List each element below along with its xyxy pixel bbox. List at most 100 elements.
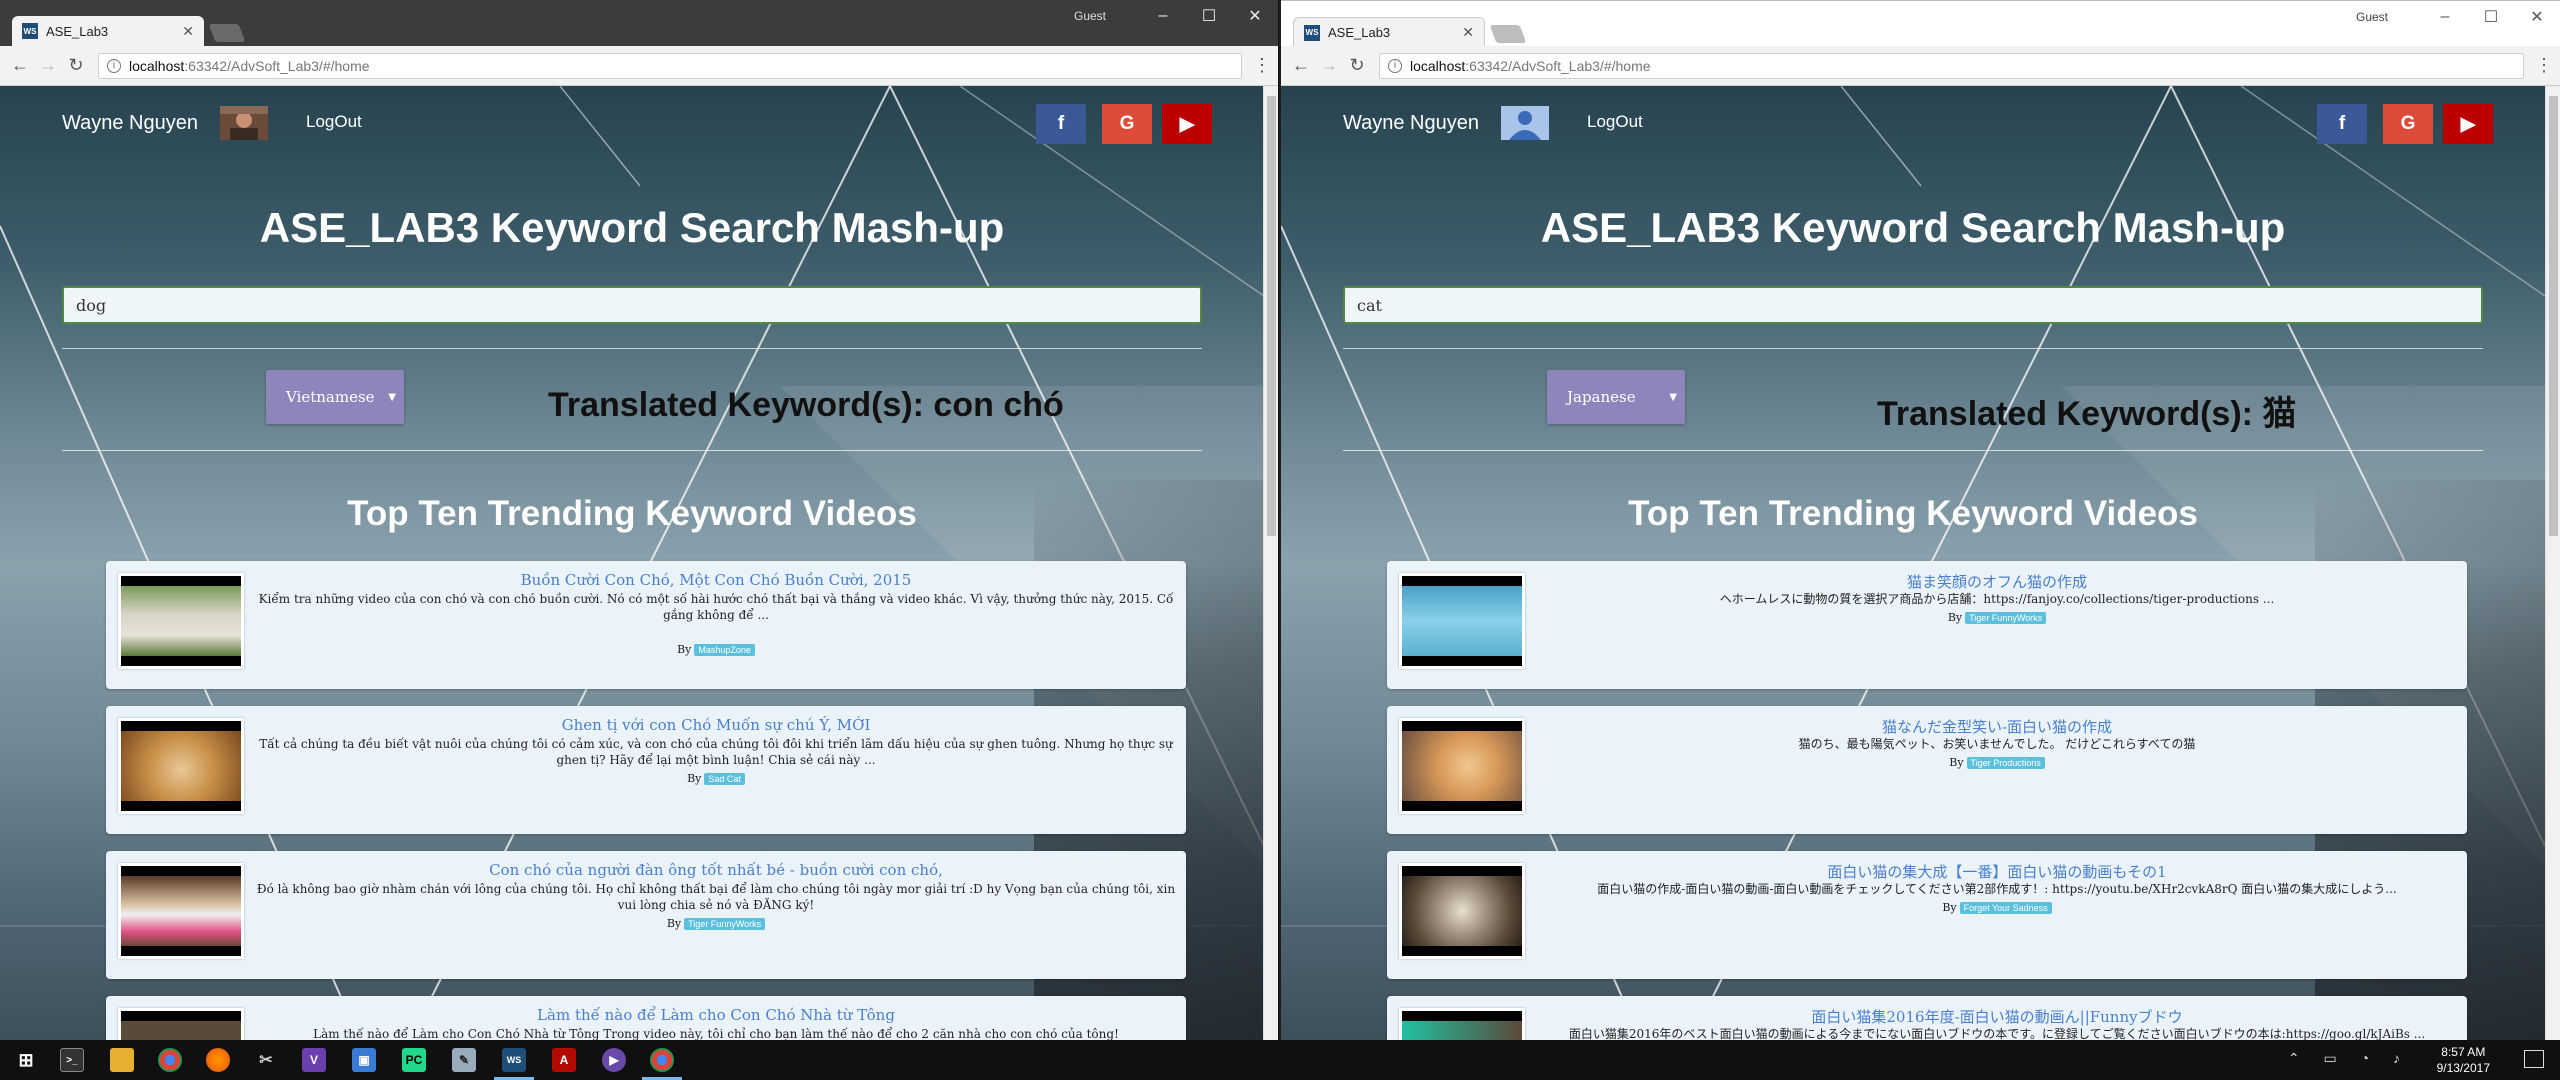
youtube-icon[interactable]: ▶: [2443, 104, 2493, 144]
keyword-search-input[interactable]: [1343, 286, 2483, 324]
webstorm-icon[interactable]: WS: [502, 1048, 526, 1072]
reload-icon[interactable]: ↻: [1343, 55, 1371, 76]
forward-arrow-icon[interactable]: →: [34, 55, 62, 76]
by-label: By: [677, 643, 692, 656]
facebook-icon[interactable]: f: [1036, 104, 1086, 144]
by-label: By: [1947, 611, 1963, 624]
user-name: Wayne Nguyen: [1343, 112, 1479, 134]
browser-tab[interactable]: WS ASE_Lab3 ✕: [12, 16, 204, 46]
video-card[interactable]: 面白い猫の集大成【一番】面白い猫の動画もその1 面白い猫の作成-面白い猫の動画-…: [1387, 851, 2467, 979]
video-title[interactable]: 猫なんだ金型笑い-面白い猫の作成: [1537, 716, 2457, 737]
title-bar: WS ASE_Lab3 ✕ Guest – ☐ ✕: [1281, 0, 2560, 47]
control-panel-icon[interactable]: ▣: [352, 1048, 376, 1072]
logout-link[interactable]: LogOut: [1587, 112, 1643, 132]
video-title[interactable]: Con chó của người đàn ông tốt nhất bé - …: [256, 861, 1176, 879]
video-card[interactable]: Ghen tị với con Chó Muốn sự chú Ý, MỚI T…: [106, 706, 1186, 834]
video-author: By Tiger FunnyWorks: [1537, 611, 2457, 624]
minimize-icon[interactable]: –: [2422, 8, 2468, 26]
video-thumbnail[interactable]: [118, 1008, 244, 1040]
page-scrollbar[interactable]: [2545, 86, 2560, 1040]
keyword-search-input[interactable]: [62, 286, 1202, 324]
back-arrow-icon[interactable]: ←: [1287, 55, 1315, 76]
windows-start-icon[interactable]: ⊞: [14, 1048, 38, 1072]
address-bar[interactable]: i localhost:63342/AdvSoft_Lab3/#/home: [98, 52, 1242, 79]
new-tab-button[interactable]: [1489, 25, 1527, 43]
guest-profile-label[interactable]: Guest: [2356, 10, 2388, 24]
video-thumbnail[interactable]: [118, 573, 244, 669]
video-title[interactable]: 面白い猫集2016年度-面白い猫の動画ん||Funnyブドウ: [1537, 1006, 2457, 1027]
channel-badge[interactable]: Sad Cat: [704, 773, 745, 785]
channel-badge[interactable]: Tiger FunnyWorks: [1965, 612, 2047, 624]
channel-badge[interactable]: Tiger FunnyWorks: [684, 918, 766, 930]
google-icon[interactable]: G: [2383, 104, 2433, 144]
guest-profile-label[interactable]: Guest: [1074, 9, 1106, 23]
translated-keywords: Translated Keyword(s): con chó: [548, 386, 1064, 424]
google-icon[interactable]: G: [1102, 104, 1152, 144]
new-tab-button[interactable]: [208, 24, 246, 42]
close-window-icon[interactable]: ✕: [2514, 7, 2560, 27]
chrome-icon[interactable]: [650, 1048, 674, 1072]
scrollbar-thumb[interactable]: [1267, 96, 1276, 536]
close-tab-icon[interactable]: ✕: [182, 23, 194, 40]
tools-icon[interactable]: ✂: [254, 1048, 278, 1072]
close-tab-icon[interactable]: ✕: [1462, 24, 1474, 41]
video-thumbnail[interactable]: [1399, 1008, 1525, 1040]
video-card[interactable]: Con chó của người đàn ông tốt nhất bé - …: [106, 851, 1186, 979]
reload-icon[interactable]: ↻: [62, 55, 90, 76]
close-window-icon[interactable]: ✕: [1232, 6, 1278, 26]
video-title[interactable]: 猫ま笑顔のオフん猫の作成: [1537, 571, 2457, 592]
browser-tab[interactable]: WS ASE_Lab3 ✕: [1293, 17, 1485, 47]
file-explorer-icon[interactable]: [110, 1048, 134, 1072]
video-card[interactable]: 猫ま笑顔のオフん猫の作成 ヘホームレスに動物の質を選択ア商品から店舗：https…: [1387, 561, 2467, 689]
video-thumbnail[interactable]: [118, 718, 244, 814]
page-scrollbar[interactable]: [1263, 86, 1278, 1040]
video-title[interactable]: 面白い猫の集大成【一番】面白い猫の動画もその1: [1537, 861, 2457, 882]
video-thumbnail[interactable]: [1399, 718, 1525, 814]
info-icon[interactable]: i: [107, 58, 121, 73]
pycharm-icon[interactable]: PC: [402, 1048, 426, 1072]
video-card[interactable]: Làm thế nào để Làm cho Con Chó Nhà từ Tô…: [106, 996, 1186, 1040]
forward-arrow-icon[interactable]: →: [1315, 55, 1343, 76]
channel-badge[interactable]: Tiger Productions: [1966, 757, 2045, 769]
youtube-icon[interactable]: ▶: [1162, 104, 1212, 144]
system-tray-icons[interactable]: ⌃ ▭ ◔ ♪: [2288, 1050, 2410, 1067]
video-card[interactable]: 面白い猫集2016年度-面白い猫の動画ん||Funnyブドウ 面白い猫集2016…: [1387, 996, 2467, 1040]
media-player-icon[interactable]: ▶: [602, 1048, 626, 1072]
video-card[interactable]: Buồn Cười Con Chó, Một Con Chó Buồn Cười…: [106, 561, 1186, 689]
notepad-icon[interactable]: ✎: [452, 1048, 476, 1072]
tab-title: ASE_Lab3: [46, 23, 109, 39]
video-author: By Tiger Productions: [1537, 756, 2457, 769]
video-title[interactable]: Buồn Cười Con Chó, Một Con Chó Buồn Cười…: [256, 571, 1176, 589]
acrobat-icon[interactable]: A: [552, 1048, 576, 1072]
scrollbar-thumb[interactable]: [2549, 96, 2558, 536]
minimize-icon[interactable]: –: [1140, 7, 1186, 25]
firefox-icon[interactable]: [206, 1048, 230, 1072]
maximize-icon[interactable]: ☐: [1186, 6, 1232, 26]
video-title[interactable]: Làm thế nào để Làm cho Con Chó Nhà từ Tô…: [256, 1006, 1176, 1024]
by-label: By: [687, 772, 702, 785]
by-label: By: [1942, 901, 1957, 914]
clock[interactable]: 8:57 AM 9/13/2017: [2437, 1044, 2490, 1076]
command-prompt-icon[interactable]: >_: [60, 1048, 84, 1072]
menu-dots-icon[interactable]: ⋮: [2534, 55, 2554, 76]
video-card[interactable]: 猫なんだ金型笑い-面白い猫の作成 猫のち、最も陽気ペット、お笑いませんでした。 …: [1387, 706, 2467, 834]
facebook-icon[interactable]: f: [2317, 104, 2367, 144]
channel-badge[interactable]: MashupZone: [694, 644, 755, 656]
video-title[interactable]: Ghen tị với con Chó Muốn sự chú Ý, MỚI: [256, 716, 1176, 734]
address-bar[interactable]: i localhost:63342/AdvSoft_Lab3/#/home: [1379, 52, 2524, 79]
action-center-icon[interactable]: [2524, 1050, 2544, 1068]
language-select[interactable]: Vietnamese ▼: [266, 370, 404, 424]
menu-dots-icon[interactable]: ⋮: [1252, 55, 1272, 76]
channel-badge[interactable]: Forget Your Sadness: [1959, 902, 2052, 914]
visual-studio-icon[interactable]: V: [302, 1048, 326, 1072]
video-thumbnail[interactable]: [1399, 863, 1525, 959]
chrome-icon[interactable]: [158, 1048, 182, 1072]
info-icon[interactable]: i: [1388, 58, 1402, 73]
logout-link[interactable]: LogOut: [306, 112, 362, 132]
video-thumbnail[interactable]: [118, 863, 244, 959]
back-arrow-icon[interactable]: ←: [6, 55, 34, 76]
windows-taskbar: ⊞ >_ ✂ V ▣ PC ✎ WS A ▶ ⌃ ▭ ◔ ♪ 8:57 AM 9…: [0, 1040, 2560, 1080]
maximize-icon[interactable]: ☐: [2468, 7, 2514, 27]
video-thumbnail[interactable]: [1399, 573, 1525, 669]
language-select[interactable]: Japanese ▼: [1547, 370, 1685, 424]
